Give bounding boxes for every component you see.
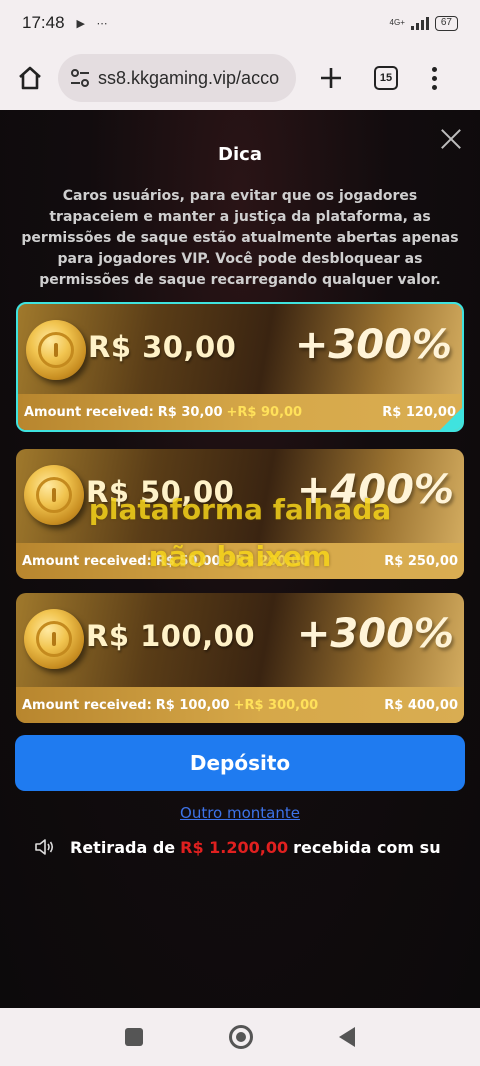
more-menu-icon[interactable] bbox=[428, 66, 440, 90]
network-type: 4G+ bbox=[389, 18, 405, 27]
browser-toolbar: ss8.kkgaming.vip/acco 15 bbox=[0, 46, 480, 110]
received-base: R$ 100,00 bbox=[155, 697, 230, 713]
status-bar: 17:48 ▶ ⋯ 4G+ 67 bbox=[0, 0, 480, 46]
offer-card-100[interactable]: R$ 100,00 +300% Amount received: R$ 100,… bbox=[16, 593, 464, 723]
home-button[interactable] bbox=[12, 60, 48, 96]
watermark-line-2: não baixem bbox=[148, 540, 332, 573]
other-amount-link[interactable]: Outro montante bbox=[0, 804, 480, 822]
coin-icon bbox=[26, 320, 86, 380]
signal-icon bbox=[410, 16, 429, 30]
recent-apps-icon[interactable] bbox=[125, 1028, 143, 1046]
withdrawal-ticker: Retirada de R$ 1.200,00 recebida com su bbox=[34, 834, 446, 860]
status-right: 4G+ 67 bbox=[389, 15, 458, 31]
watermark-line-1: plataforma falhada bbox=[88, 493, 392, 526]
plus-icon bbox=[321, 68, 341, 88]
address-bar[interactable]: ss8.kkgaming.vip/acco bbox=[58, 54, 296, 102]
status-time: 17:48 bbox=[22, 13, 65, 32]
coin-icon bbox=[24, 609, 84, 669]
selected-check-icon bbox=[440, 408, 462, 430]
received-base: R$ 30,00 bbox=[157, 404, 223, 420]
received-label: Amount received: bbox=[22, 697, 152, 713]
dialog-message: Caros usuários, para evitar que os jogad… bbox=[21, 188, 459, 288]
offer-bonus: +300% bbox=[294, 322, 452, 368]
notification-icons: ▶ ⋯ bbox=[76, 16, 112, 30]
offer-received-bar: Amount received: R$ 100,00 +R$ 300,00 R$… bbox=[16, 687, 464, 723]
deposit-button[interactable]: Depósito bbox=[15, 735, 465, 791]
ticker-suffix: recebida com su bbox=[293, 837, 441, 857]
ticker-amount: R$ 1.200,00 bbox=[180, 837, 289, 857]
new-tab-button[interactable] bbox=[316, 63, 346, 93]
offer-received-bar: Amount received: R$ 30,00 +R$ 90,00 R$ 1… bbox=[18, 394, 462, 430]
offer-amount: R$ 30,00 bbox=[88, 330, 237, 364]
tab-switcher-button[interactable]: 15 bbox=[374, 66, 398, 90]
back-icon[interactable] bbox=[339, 1027, 355, 1047]
home-icon bbox=[19, 66, 41, 90]
received-label: Amount received: bbox=[24, 404, 154, 420]
offer-card-30[interactable]: R$ 30,00 +300% Amount received: R$ 30,00… bbox=[16, 302, 464, 432]
received-extra: +R$ 90,00 bbox=[226, 404, 303, 420]
received-total: R$ 400,00 bbox=[384, 697, 458, 713]
battery-icon: 67 bbox=[434, 15, 458, 31]
offer-top: R$ 100,00 +300% bbox=[16, 593, 464, 685]
offer-amount: R$ 100,00 bbox=[86, 619, 256, 653]
offer-bonus: +300% bbox=[296, 611, 454, 657]
offer-top: R$ 30,00 +300% bbox=[18, 304, 462, 396]
url-text: ss8.kkgaming.vip/acco bbox=[98, 67, 280, 88]
dialog-title: Dica bbox=[218, 144, 262, 165]
system-nav-bar bbox=[0, 1008, 480, 1066]
speaker-icon bbox=[35, 839, 54, 855]
received-extra: +R$ 300,00 bbox=[233, 697, 319, 713]
site-settings-icon[interactable] bbox=[70, 69, 90, 87]
page-content: Dica Caros usuários, para evitar que os … bbox=[0, 110, 480, 1008]
ticker-prefix: Retirada de bbox=[70, 837, 176, 857]
home-nav-icon[interactable] bbox=[229, 1025, 253, 1049]
